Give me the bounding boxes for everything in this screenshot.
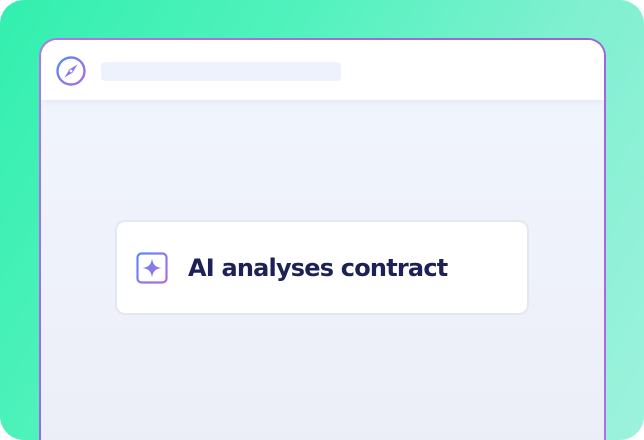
browser-window-inner: AI analyses contract: [41, 40, 604, 440]
page-content: AI analyses contract: [41, 100, 604, 440]
ai-sparkle-icon: [136, 251, 168, 284]
compass-icon[interactable]: [55, 55, 87, 87]
card-label: AI analyses contract: [188, 253, 448, 282]
address-bar[interactable]: [101, 62, 341, 81]
ai-analysis-card[interactable]: AI analyses contract: [115, 220, 529, 315]
browser-toolbar: [41, 40, 604, 100]
browser-window: AI analyses contract: [39, 38, 606, 440]
background: AI analyses contract: [0, 0, 644, 440]
